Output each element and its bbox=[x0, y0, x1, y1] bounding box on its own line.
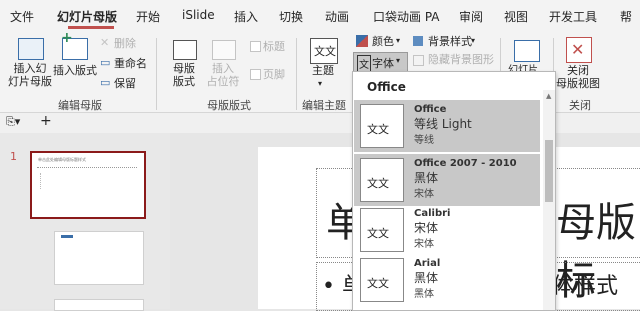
group-separator bbox=[296, 38, 297, 110]
tab-file[interactable]: 文件 bbox=[10, 8, 34, 25]
hide-background-label: 隐藏背景图形 bbox=[428, 53, 494, 66]
font-preview: 文文 bbox=[360, 208, 404, 252]
colors-button[interactable]: 颜色 bbox=[372, 35, 394, 48]
insert-placeholder-button[interactable]: 插入 占位符 bbox=[200, 62, 246, 88]
hide-background-checkbox[interactable] bbox=[413, 55, 424, 66]
thumbnail-title-text: 单击此处编辑母版标题样式 bbox=[38, 157, 86, 162]
font-latin-name: Office 2007 - 2010 bbox=[414, 158, 517, 169]
chevron-down-icon: ▾ bbox=[396, 56, 401, 65]
close-master-view-button[interactable]: 关闭 母版视图 bbox=[556, 64, 600, 90]
chevron-down-icon: ▾ bbox=[471, 36, 476, 45]
font-heading-name: 黑体 bbox=[414, 271, 439, 285]
tab-islide[interactable]: iSlide bbox=[182, 8, 215, 22]
insert-slide-master-icon bbox=[18, 38, 44, 60]
font-preview: 文文 bbox=[360, 258, 404, 302]
fonts-icon: 文 bbox=[357, 55, 371, 72]
ribbon-tabs: 文件 幻灯片母版 开始 iSlide 插入 切换 动画 口袋动画 PA 审阅 视… bbox=[0, 0, 640, 30]
fonts-button[interactable]: 文 字体 ▾ bbox=[353, 52, 408, 72]
tab-view[interactable]: 视图 bbox=[504, 8, 528, 25]
group-label-edit-master: 编辑母版 bbox=[58, 99, 102, 112]
background-styles-button[interactable]: 背景样式 bbox=[428, 35, 472, 48]
background-styles-icon bbox=[413, 36, 423, 46]
font-body-name: 宋体 bbox=[414, 239, 434, 250]
delete-button[interactable]: 删除 bbox=[114, 37, 136, 50]
active-tab-underline bbox=[68, 26, 114, 29]
tab-insert[interactable]: 插入 bbox=[234, 8, 258, 25]
title-checkbox[interactable] bbox=[250, 41, 261, 52]
dropdown-scrollbar[interactable]: ▲ bbox=[543, 90, 555, 310]
font-latin-name: Arial bbox=[414, 258, 441, 269]
insert-layout-button[interactable]: 插入版式 bbox=[52, 64, 98, 77]
footer-checkbox-label: 页脚 bbox=[263, 68, 285, 81]
tab-review[interactable]: 审阅 bbox=[459, 8, 483, 25]
master-layout-button[interactable]: 母版 版式 bbox=[168, 62, 200, 88]
close-icon: ✕ bbox=[571, 40, 585, 59]
group-label-edit-theme: 编辑主题 bbox=[302, 99, 346, 112]
master-layout-icon bbox=[173, 40, 197, 60]
plus-icon: + bbox=[61, 30, 73, 46]
scrollbar-thumb[interactable] bbox=[545, 140, 553, 202]
font-option-office[interactable]: 文文 Office 等线 Light 等线 bbox=[354, 100, 540, 152]
font-heading-name: 黑体 bbox=[414, 171, 439, 185]
font-body-name: 宋体 bbox=[414, 189, 434, 200]
body-text-right: 体样式 bbox=[552, 274, 619, 299]
tab-help[interactable]: 帮 bbox=[620, 8, 632, 25]
tab-home[interactable]: 开始 bbox=[136, 8, 160, 25]
group-label-master-layout: 母版版式 bbox=[207, 99, 251, 112]
font-preview: 文文 bbox=[360, 104, 404, 148]
font-body-name: 黑体 bbox=[414, 289, 434, 300]
theme-icon: 文文 bbox=[310, 38, 338, 64]
font-latin-name: Calibri bbox=[414, 208, 451, 219]
colors-icon bbox=[356, 35, 368, 47]
master-thumbnail[interactable]: 单击此处编辑母版标题样式 bbox=[30, 151, 146, 219]
themes-button[interactable]: 主题 bbox=[308, 64, 338, 77]
rename-icon: ▭ bbox=[100, 56, 111, 69]
dropdown-header: Office bbox=[367, 80, 406, 94]
layout-thumbnail[interactable] bbox=[54, 299, 144, 311]
title-checkbox-label: 标题 bbox=[263, 40, 285, 53]
insert-placeholder-icon bbox=[212, 40, 236, 60]
tab-slide-master[interactable]: 幻灯片母版 bbox=[57, 8, 117, 25]
preserve-icon: ▭ bbox=[100, 76, 111, 89]
font-heading-name: 等线 Light bbox=[414, 117, 472, 131]
chevron-down-icon: ▾ bbox=[318, 79, 323, 88]
add-icon[interactable]: + bbox=[40, 113, 52, 129]
group-label-close: 关闭 bbox=[569, 99, 591, 112]
close-master-view-icon: ✕ bbox=[566, 37, 592, 63]
scroll-up-icon[interactable]: ▲ bbox=[546, 92, 551, 100]
rename-button[interactable]: 重命名 bbox=[114, 57, 147, 70]
thumbnail-divider bbox=[37, 167, 137, 169]
font-option-calibri[interactable]: 文文 Calibri 宋体 宋体 bbox=[354, 204, 540, 256]
tab-transitions[interactable]: 切换 bbox=[279, 8, 303, 25]
tab-animations[interactable]: 动画 bbox=[325, 8, 349, 25]
slide-size-icon bbox=[514, 40, 540, 62]
chevron-down-icon: ▾ bbox=[396, 36, 401, 45]
group-separator bbox=[156, 38, 157, 110]
font-option-arial[interactable]: 文文 Arial 黑体 黑体 bbox=[354, 254, 540, 306]
section-icon[interactable]: ⎘▾ bbox=[6, 115, 20, 129]
tab-developer[interactable]: 开发工具 bbox=[549, 8, 597, 25]
font-latin-name: Office bbox=[414, 104, 447, 115]
thumbnail-accent bbox=[61, 235, 73, 238]
preserve-button[interactable]: 保留 bbox=[114, 77, 136, 90]
font-option-office-2007[interactable]: 文文 Office 2007 - 2010 黑体 宋体 bbox=[354, 154, 540, 206]
font-body-name: 等线 bbox=[414, 135, 434, 146]
fonts-label: 字体 bbox=[372, 57, 394, 70]
footer-checkbox[interactable] bbox=[250, 69, 261, 80]
slide-number: 1 bbox=[10, 150, 17, 163]
tab-pocket-animation[interactable]: 口袋动画 PA bbox=[373, 8, 440, 25]
fonts-dropdown: Office 文文 Office 等线 Light 等线 文文 Office 2… bbox=[352, 71, 556, 311]
insert-slide-master-button[interactable]: 插入幻 灯片母版 bbox=[8, 62, 52, 88]
thumbnail-bullets bbox=[40, 173, 71, 189]
font-preview: 文文 bbox=[360, 158, 404, 202]
delete-icon: ✕ bbox=[100, 36, 110, 49]
theme-icon-glyph: 文文 bbox=[314, 45, 336, 58]
font-heading-name: 宋体 bbox=[414, 221, 439, 235]
layout-thumbnail[interactable] bbox=[54, 231, 144, 285]
